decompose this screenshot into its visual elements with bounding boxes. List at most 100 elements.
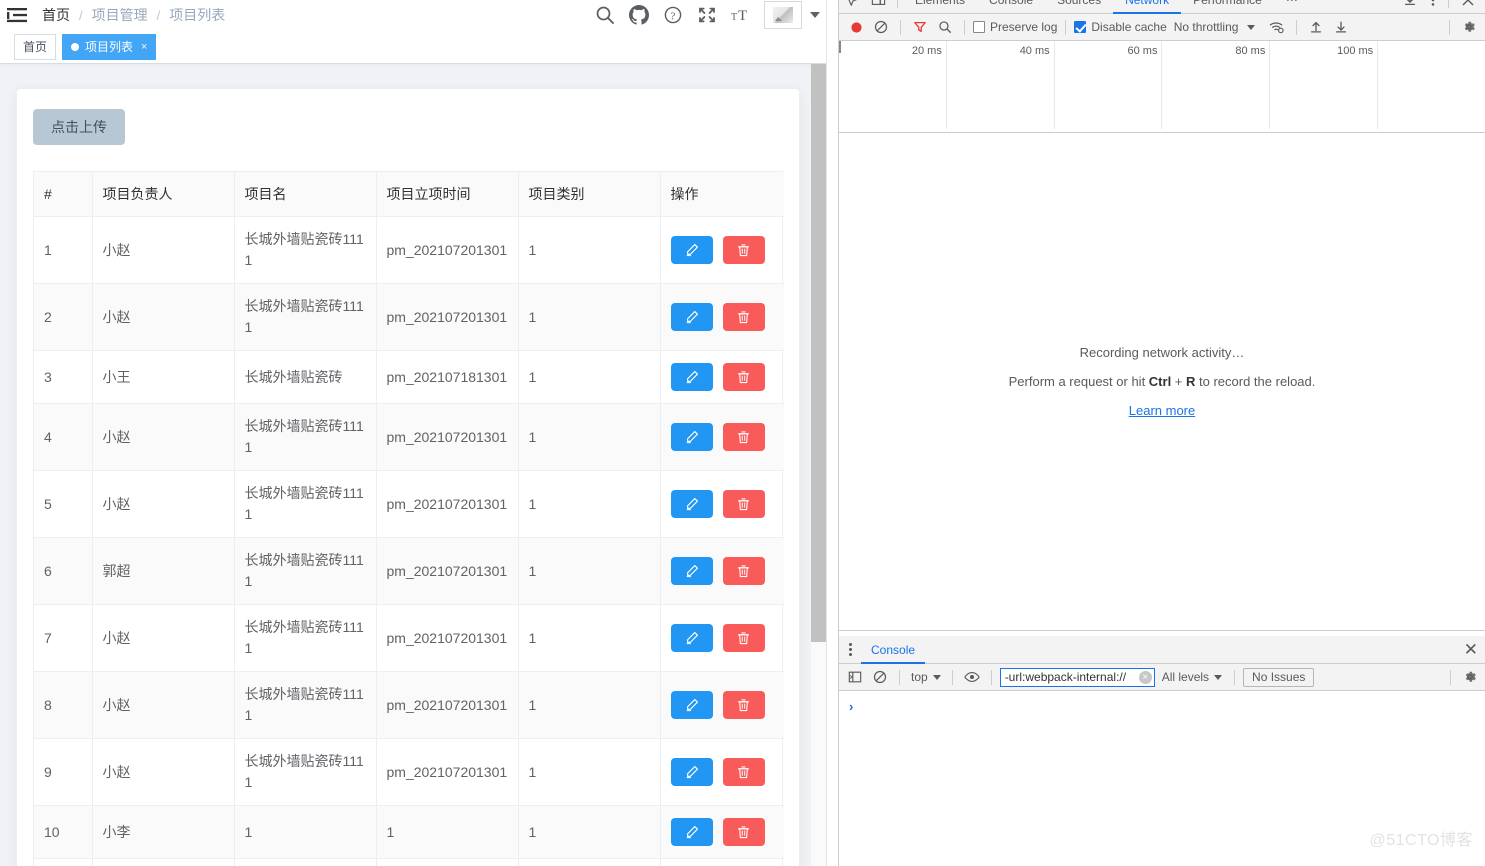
- delete-button[interactable]: [723, 818, 765, 846]
- edit-button[interactable]: [671, 490, 713, 518]
- search-icon[interactable]: [588, 0, 622, 30]
- edit-button[interactable]: [671, 691, 713, 719]
- shortcut-ctrl: Ctrl: [1149, 374, 1171, 389]
- edit-button[interactable]: [671, 236, 713, 264]
- breadcrumb-item-project-management[interactable]: 项目管理: [92, 5, 148, 25]
- close-icon[interactable]: ✕: [1464, 641, 1478, 658]
- network-overview-timeline[interactable]: 20 ms40 ms60 ms80 ms100 ms: [839, 41, 1485, 133]
- gear-icon[interactable]: [1458, 16, 1480, 38]
- delete-button[interactable]: [723, 624, 765, 652]
- chevron-down-icon: [933, 675, 941, 680]
- clear-filter-icon[interactable]: ×: [1139, 671, 1152, 684]
- edit-button[interactable]: [671, 818, 713, 846]
- console-sidebar-icon[interactable]: [844, 666, 866, 688]
- table-row[interactable]: 4小赵长城外墙贴瓷砖1111pm_2021072013011: [34, 404, 784, 471]
- table-row[interactable]: 9小赵长城外墙贴瓷砖1111pm_2021072013011: [34, 739, 784, 806]
- more-options-icon[interactable]: [839, 636, 861, 664]
- learn-more-link[interactable]: Learn more: [1129, 403, 1195, 418]
- avatar[interactable]: [764, 1, 802, 29]
- row-index: 2: [34, 284, 92, 351]
- log-levels-select[interactable]: All levels: [1158, 670, 1226, 684]
- console-filter-input[interactable]: -url:webpack-internal:// ×: [1000, 668, 1155, 687]
- row-project-name: 长城外墙贴瓷砖1111: [234, 672, 376, 739]
- table-row[interactable]: 2小赵长城外墙贴瓷砖1111pm_2021072013011: [34, 284, 784, 351]
- breadcrumb-separator: /: [79, 8, 83, 23]
- export-har-icon[interactable]: [1330, 16, 1352, 38]
- download-indicator-icon[interactable]: [1397, 0, 1423, 14]
- tab-console[interactable]: Console: [977, 0, 1045, 14]
- app-scrollbar[interactable]: [811, 64, 826, 866]
- timeline-tick-label: 40 ms: [1020, 45, 1050, 57]
- row-actions: [660, 284, 784, 351]
- network-conditions-icon[interactable]: [1266, 16, 1288, 38]
- fullscreen-icon[interactable]: [690, 0, 724, 30]
- close-devtools-icon[interactable]: [1456, 0, 1480, 14]
- delete-button[interactable]: [723, 691, 765, 719]
- tag-home[interactable]: 首页: [14, 34, 56, 60]
- filter-icon[interactable]: [909, 16, 931, 38]
- record-icon[interactable]: [845, 16, 867, 38]
- more-tools-icon[interactable]: [1425, 0, 1441, 14]
- execution-context-select[interactable]: top: [908, 670, 944, 684]
- chevron-down-icon[interactable]: [1247, 25, 1255, 30]
- table-row[interactable]: 6郭超长城外墙贴瓷砖1111pm_2021072013011: [34, 538, 784, 605]
- disable-cache-checkbox[interactable]: Disable cache: [1074, 20, 1166, 34]
- search-icon[interactable]: [934, 16, 956, 38]
- edit-button[interactable]: [671, 423, 713, 451]
- delete-button[interactable]: [723, 363, 765, 391]
- edit-button[interactable]: [671, 758, 713, 786]
- preserve-log-checkbox[interactable]: Preserve log: [973, 20, 1057, 34]
- tab-performance[interactable]: Performance: [1181, 0, 1274, 14]
- import-har-icon[interactable]: [1305, 16, 1327, 38]
- issues-button[interactable]: No Issues: [1243, 668, 1314, 687]
- table-row[interactable]: 8小赵长城外墙贴瓷砖1111pm_2021072013011: [34, 672, 784, 739]
- device-toolbar-icon[interactable]: [865, 0, 892, 14]
- clear-console-icon[interactable]: [869, 666, 891, 688]
- tab-network[interactable]: Network: [1113, 0, 1181, 14]
- tag-project-list[interactable]: 项目列表 ×: [62, 34, 156, 60]
- tab-elements[interactable]: Elements: [903, 0, 977, 14]
- delete-button[interactable]: [723, 557, 765, 585]
- table-row[interactable]: 3小王长城外墙贴瓷砖pm_2021071813011: [34, 351, 784, 404]
- tab-sources[interactable]: Sources: [1045, 0, 1113, 14]
- edit-button[interactable]: [671, 303, 713, 331]
- help-icon[interactable]: ?: [656, 0, 690, 30]
- gear-icon[interactable]: [1459, 666, 1481, 688]
- throttling-select[interactable]: No throttling: [1174, 20, 1239, 34]
- live-expression-icon[interactable]: [961, 666, 983, 688]
- text-size-icon[interactable]: T T: [724, 0, 758, 30]
- delete-button[interactable]: [723, 423, 765, 451]
- scrollbar-thumb[interactable]: [811, 64, 826, 642]
- edit-button[interactable]: [671, 557, 713, 585]
- edit-button[interactable]: [671, 624, 713, 652]
- table-row[interactable]: 5小赵长城外墙贴瓷砖1111pm_2021072013011: [34, 471, 784, 538]
- row-index: 6: [34, 538, 92, 605]
- tab-overflow-icon[interactable]: ⋯: [1274, 0, 1310, 14]
- row-actions: [660, 538, 784, 605]
- app-right-edge: [826, 0, 838, 866]
- close-icon[interactable]: ×: [141, 41, 147, 53]
- row-project-name: 长城外墙贴瓷砖1111: [234, 284, 376, 351]
- table-row[interactable]: 10小李111: [34, 806, 784, 859]
- clear-icon[interactable]: [870, 16, 892, 38]
- breadcrumb-item-home[interactable]: 首页: [42, 5, 70, 25]
- github-icon[interactable]: [622, 0, 656, 30]
- chevron-down-icon[interactable]: [810, 12, 820, 18]
- upload-button[interactable]: 点击上传: [33, 109, 125, 145]
- inspect-element-icon[interactable]: [839, 0, 865, 14]
- delete-button[interactable]: [723, 303, 765, 331]
- timeline-tick-label: 100 ms: [1337, 45, 1373, 57]
- svg-text:?: ?: [671, 11, 676, 22]
- table-row[interactable]: 1小赵长城外墙贴瓷砖1111pm_2021072013011: [34, 217, 784, 284]
- timeline-tick: 60 ms: [1055, 41, 1163, 129]
- table-row[interactable]: 11pm_20210720140: [34, 859, 784, 866]
- drawer-tab-console[interactable]: Console: [861, 636, 925, 664]
- filter-value: -url:webpack-internal://: [1005, 670, 1139, 684]
- hamburger-icon[interactable]: [0, 0, 34, 30]
- delete-button[interactable]: [723, 490, 765, 518]
- delete-button[interactable]: [723, 236, 765, 264]
- edit-button[interactable]: [671, 363, 713, 391]
- delete-button[interactable]: [723, 758, 765, 786]
- table-row[interactable]: 7小赵长城外墙贴瓷砖1111pm_2021072013011: [34, 605, 784, 672]
- checkbox-box: [973, 21, 985, 33]
